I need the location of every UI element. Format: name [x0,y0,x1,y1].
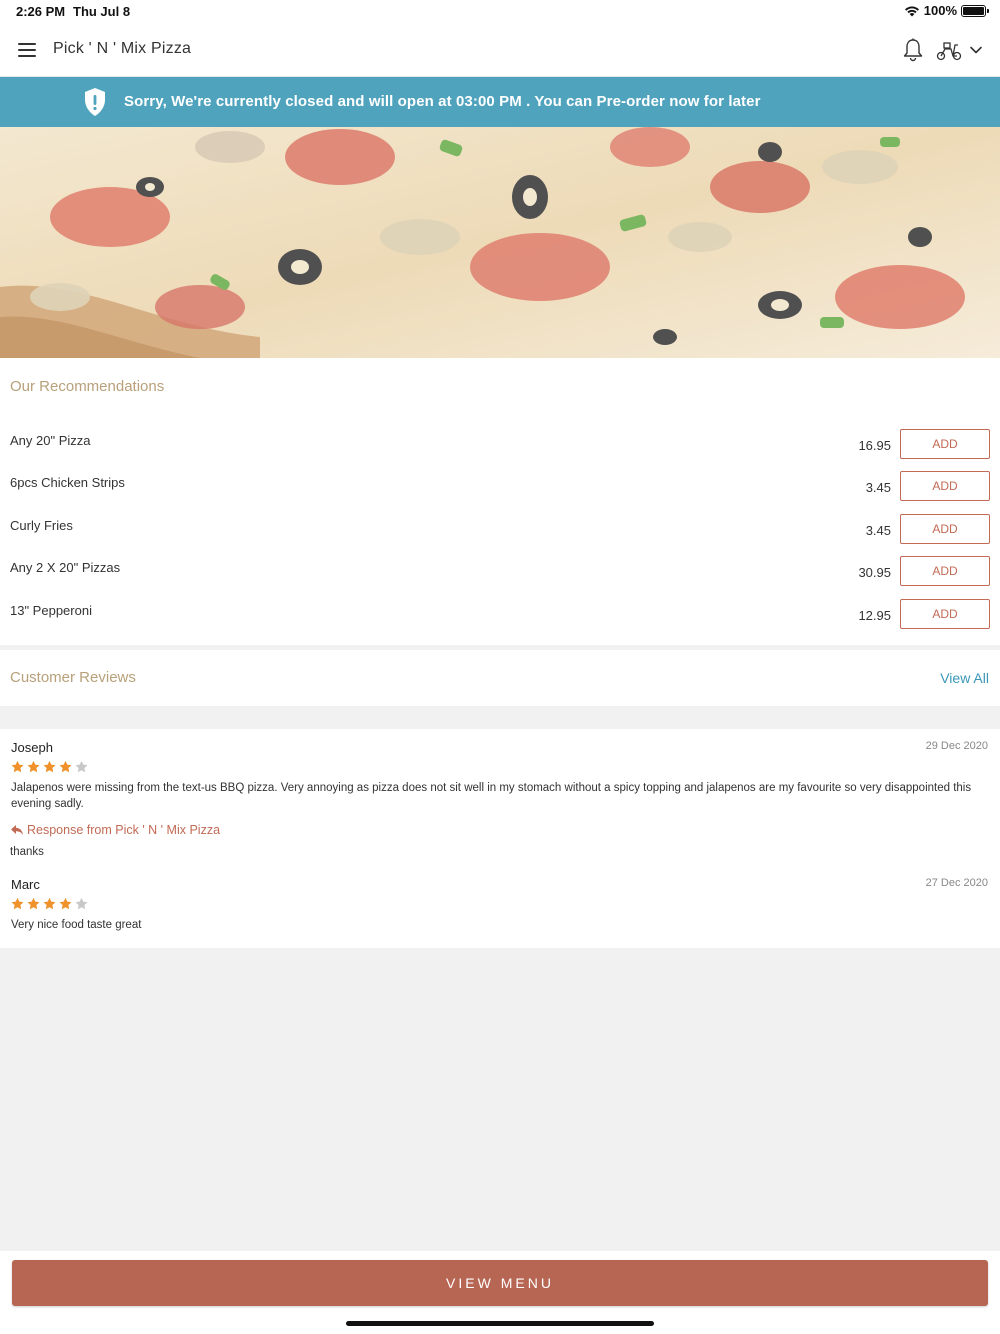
view-all-link[interactable]: View All [940,670,989,686]
item-name: Curly Fries [10,518,73,533]
home-indicator [346,1321,654,1326]
hero-pizza-image [0,127,1000,358]
recommendations-title: Our Recommendations [10,378,165,395]
reviews-title: Customer Reviews [10,669,136,686]
banner-text: Sorry, We're currently closed and will o… [124,93,761,110]
item-price: 3.45 [865,523,891,538]
reply-icon [11,825,23,835]
star-icon [59,897,72,910]
reviewer-name: Marc [11,877,40,892]
item-price: 3.45 [865,480,891,495]
reviews-list: Joseph 29 Dec 2020 Jalapenos were missin… [0,729,1000,948]
add-button[interactable]: ADD [900,429,990,459]
status-date: Thu Jul 8 [73,4,131,19]
star-rating [10,760,89,774]
item-price: 30.95 [858,565,891,580]
chevron-down-icon[interactable] [968,42,984,58]
owner-response-title: Response from Pick ' N ' Mix Pizza [27,823,221,837]
add-button[interactable]: ADD [900,471,990,501]
owner-response-text: thanks [10,846,44,858]
app-title: Pick ' N ' Mix Pizza [53,40,192,57]
scooter-icon[interactable] [936,40,962,62]
item-name: Any 2 X 20" Pizzas [10,560,121,575]
review-date: 29 Dec 2020 [925,740,988,752]
owner-response-label: Response from Pick ' N ' Mix Pizza [10,823,220,837]
bell-icon[interactable] [902,38,924,62]
star-icon [27,897,40,910]
star-icon [43,897,56,910]
recommendation-row: Any 2 X 20" Pizzas 30.95 ADD [0,556,1000,598]
status-right: 100% [904,3,989,18]
add-button[interactable]: ADD [900,599,990,629]
recommendation-row: 6pcs Chicken Strips 3.45 ADD [0,471,1000,513]
recommendation-row: 13" Pepperoni 12.95 ADD [0,599,1000,641]
battery-icon [961,4,989,17]
recommendations-section: Our Recommendations Any 20" Pizza 16.95 … [0,358,1000,645]
reviewer-name: Joseph [11,740,53,755]
review-date: 27 Dec 2020 [925,877,988,889]
add-button[interactable]: ADD [900,556,990,586]
menu-icon[interactable] [18,43,36,57]
wifi-icon [904,6,919,16]
review-text: Jalapenos were missing from the text-us … [11,782,972,810]
star-icon [59,760,72,773]
add-button[interactable]: ADD [900,514,990,544]
star-icon [27,760,40,773]
view-menu-button[interactable]: VIEW MENU [12,1260,988,1306]
star-icon [11,897,24,910]
star-icon [43,760,56,773]
bottom-bar: VIEW MENU [0,1251,1000,1334]
item-name: 13" Pepperoni [10,603,92,618]
star-icon [11,760,24,773]
star-icon [75,760,88,773]
item-price: 12.95 [858,608,891,623]
battery-percent: 100% [923,3,957,18]
review-text: Very nice food taste great [11,919,142,931]
recommendation-row: Curly Fries 3.45 ADD [0,514,1000,556]
reviews-header: Customer Reviews View All [0,650,1000,706]
app-header: Pick ' N ' Mix Pizza [0,24,1000,77]
recommendation-row: Any 20" Pizza 16.95 ADD [0,429,1000,471]
star-rating [10,897,89,911]
item-name: 6pcs Chicken Strips [10,475,125,490]
shield-icon [85,88,105,116]
closed-banner: Sorry, We're currently closed and will o… [0,77,1000,127]
item-name: Any 20" Pizza [10,433,91,448]
star-icon [75,897,88,910]
item-price: 16.95 [858,438,891,453]
status-bar: 2:26 PM Thu Jul 8 100% [0,0,1000,24]
status-time: 2:26 PM [16,4,66,19]
